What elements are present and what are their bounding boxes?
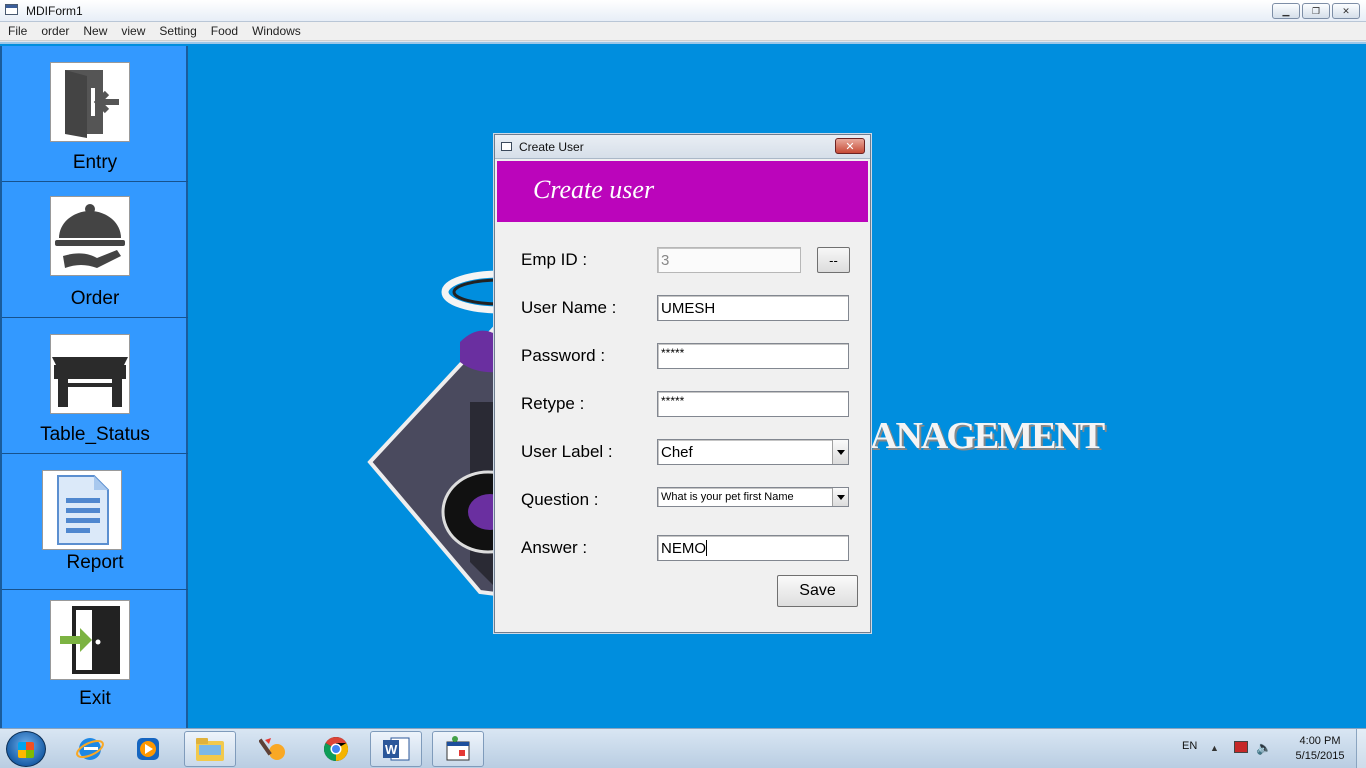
user-label-label: User Label : xyxy=(521,442,613,461)
window-title: MDIForm1 xyxy=(26,4,83,18)
report-document-icon[interactable] xyxy=(42,470,122,550)
dialog-close-button[interactable]: ✕ xyxy=(835,138,865,154)
restore-button[interactable]: ❐ xyxy=(1302,3,1330,19)
user-label-value: Chef xyxy=(661,444,693,461)
password-label: Password : xyxy=(521,346,606,365)
show-desktop-button[interactable] xyxy=(1356,729,1366,768)
user-name-field[interactable]: UMESH xyxy=(657,295,849,321)
password-field[interactable]: ***** xyxy=(657,343,849,369)
table-icon[interactable] xyxy=(50,334,130,414)
minimize-icon: ▁ xyxy=(1282,5,1290,16)
sidebar-item-label: Order xyxy=(70,288,120,309)
text-caret xyxy=(706,540,707,556)
answer-label: Answer : xyxy=(521,538,588,557)
start-button[interactable] xyxy=(6,731,46,767)
retype-label: Retype : xyxy=(521,394,585,413)
close-icon: ✕ xyxy=(845,140,855,153)
background-wordmark: ANAGEMENT xyxy=(870,415,1105,457)
dialog-titlebar: Create User ✕ xyxy=(495,135,870,159)
user-label-select[interactable]: Chef xyxy=(657,439,849,465)
clock-date: 5/15/2015 xyxy=(1295,750,1345,762)
internet-explorer-icon xyxy=(76,738,104,760)
security-question-value: What is your pet first Name xyxy=(661,491,794,503)
emp-id-lookup-button[interactable]: -- xyxy=(817,247,850,273)
question-label: Question : xyxy=(521,490,599,509)
app-icon[interactable] xyxy=(5,4,18,15)
menu-order[interactable]: order xyxy=(36,22,74,40)
tools-icon xyxy=(259,738,285,760)
user-name-label: User Name : xyxy=(521,298,617,317)
taskbar-vb-app[interactable] xyxy=(432,731,484,767)
folder-icon xyxy=(196,738,224,761)
serving-tray-icon[interactable] xyxy=(50,196,130,276)
answer-value: NEMO xyxy=(661,540,706,557)
sidebar-item-label: Exit xyxy=(79,688,111,709)
clock[interactable]: 4:00 PM 5/15/2015 xyxy=(1282,734,1358,764)
menu-new[interactable]: New xyxy=(78,22,112,40)
taskbar: W EN ▲ 🔈 4:00 PM 5/15/2015 xyxy=(0,728,1366,768)
retype-password-field[interactable]: ***** xyxy=(657,391,849,417)
taskbar-word[interactable]: W xyxy=(370,731,422,767)
dialog-window-icon xyxy=(501,142,512,151)
minimize-button[interactable]: ▁ xyxy=(1272,3,1300,19)
chevron-down-icon[interactable] xyxy=(832,488,848,506)
emp-id-label: Emp ID : xyxy=(521,250,588,269)
sidebar-item-label: Table_Status xyxy=(40,424,150,445)
sidebar: Entry Order Table_Status Report Exit xyxy=(0,46,188,730)
sidebar-item-order[interactable]: Order xyxy=(2,182,188,318)
menu-windows[interactable]: Windows xyxy=(247,22,306,40)
sidebar-item-label: Entry xyxy=(72,152,118,173)
language-indicator[interactable]: EN xyxy=(1182,740,1197,752)
media-player-icon xyxy=(137,738,159,760)
volume-icon[interactable]: 🔈 xyxy=(1256,740,1272,756)
taskbar-internet-explorer[interactable] xyxy=(64,731,116,767)
word-icon: W xyxy=(383,737,410,761)
close-button[interactable]: ✕ xyxy=(1332,3,1360,19)
sidebar-item-exit[interactable]: Exit xyxy=(2,590,188,726)
clock-time: 4:00 PM xyxy=(1299,735,1341,747)
svg-text:W: W xyxy=(385,742,398,757)
application-window-icon xyxy=(446,736,470,761)
menu-view[interactable]: view xyxy=(116,22,150,40)
restore-icon: ❐ xyxy=(1311,5,1321,16)
taskbar-utility-app[interactable] xyxy=(248,731,300,767)
menu-file[interactable]: File xyxy=(3,22,32,40)
sidebar-item-report[interactable]: Report xyxy=(2,454,188,590)
chrome-icon xyxy=(324,737,349,761)
entry-door-icon[interactable] xyxy=(50,62,130,142)
taskbar-chrome[interactable] xyxy=(310,731,362,767)
dialog-title: Create User xyxy=(519,140,584,154)
taskbar-file-explorer[interactable] xyxy=(184,731,236,767)
banner-heading: Create user xyxy=(533,175,655,204)
network-icon[interactable] xyxy=(1234,741,1248,753)
window-controls: ▁ ❐ ✕ xyxy=(1272,3,1360,19)
close-icon: ✕ xyxy=(1342,5,1350,16)
save-button[interactable]: Save xyxy=(777,575,858,607)
answer-field[interactable]: NEMO xyxy=(657,535,849,561)
dialog-banner: Create user xyxy=(497,161,868,222)
exit-door-icon[interactable] xyxy=(50,600,130,680)
security-question-select[interactable]: What is your pet first Name xyxy=(657,487,849,507)
window-titlebar: MDIForm1 ▁ ❐ ✕ xyxy=(0,0,1366,22)
create-user-dialog: Create User ✕ Create user Emp ID : 3 -- … xyxy=(494,134,871,633)
emp-id-field[interactable]: 3 xyxy=(657,247,801,273)
taskbar-media-player[interactable] xyxy=(122,731,174,767)
show-hidden-icons-icon[interactable]: ▲ xyxy=(1210,743,1219,753)
sidebar-item-entry[interactable]: Entry xyxy=(2,46,188,182)
menu-setting[interactable]: Setting xyxy=(154,22,201,40)
sidebar-item-label: Report xyxy=(66,552,124,573)
sidebar-item-table-status[interactable]: Table_Status xyxy=(2,318,188,454)
menu-food[interactable]: Food xyxy=(206,22,243,40)
chevron-down-icon[interactable] xyxy=(832,440,848,464)
menu-bar: File order New view Setting Food Windows xyxy=(0,22,1366,41)
